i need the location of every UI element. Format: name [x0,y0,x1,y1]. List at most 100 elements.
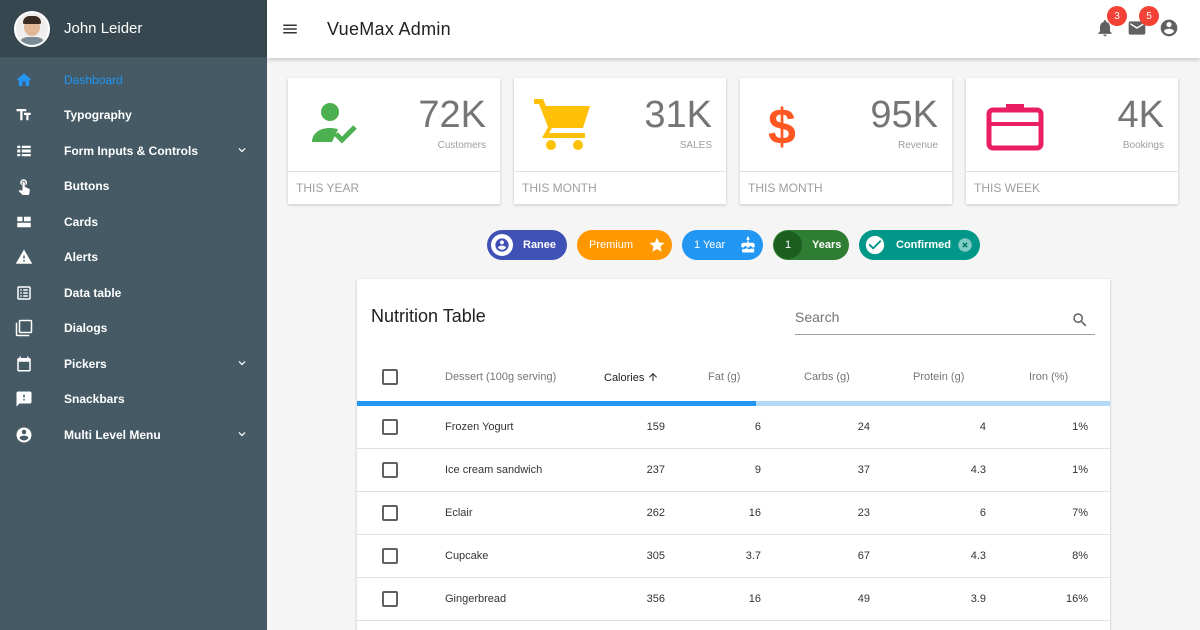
sidebar-item-label: Snackbars [64,392,125,407]
table-title: Nutrition Table [371,306,486,326]
sidebar-item-label: Dialogs [64,321,108,336]
cards-icon [14,212,34,232]
chip-premium[interactable]: Premium [577,230,672,260]
column-header-carbs[interactable]: Carbs (g) [804,371,850,383]
stat-card-customers: 72K Customers THIS YEAR [288,78,500,204]
cell-protein: 6 [979,507,986,519]
table-row[interactable]: Eclair 262 16 23 6 7% [357,492,1110,535]
cell-fat: 6 [754,421,761,433]
chip-ranee[interactable]: Ranee [487,230,567,260]
sidebar-item-multi-level-menu[interactable]: Multi Level Menu [0,417,267,453]
row-checkbox[interactable] [382,548,398,564]
sidebar-item-form-inputs[interactable]: Form Inputs & Controls [0,133,267,169]
cell-calories: 262 [646,507,665,519]
stat-period: THIS MONTH [514,171,726,204]
cell-dessert: Frozen Yogurt [445,421,514,433]
cell-carbs: 23 [857,507,870,519]
search-icon[interactable] [1071,311,1089,329]
sidebar-item-label: Dashboard [64,72,123,87]
chevron-down-icon[interactable] [235,143,249,157]
stat-label: Revenue [897,140,938,151]
stat-period: THIS YEAR [288,171,500,204]
sidebar-menu: Dashboard Typography Form Inputs & Contr… [0,58,267,453]
chip-years[interactable]: 1 Years [773,230,849,260]
sidebar-item-label: Multi Level Menu [64,427,161,442]
cell-dessert: Gingerbread [445,593,507,605]
top-app-bar: VueMax Admin 3 5 [267,0,1200,58]
sidebar-item-buttons[interactable]: Buttons [0,169,267,205]
warning-icon [14,247,34,267]
stat-value: 95K [870,94,938,136]
select-all-checkbox[interactable] [382,369,398,385]
stat-period: THIS MONTH [740,171,952,204]
sidebar-item-typography[interactable]: Typography [0,98,267,134]
arrow-up-icon [647,371,659,383]
column-header-protein[interactable]: Protein (g) [913,371,964,383]
sidebar-item-alerts[interactable]: Alerts [0,240,267,276]
sidebar-item-pickers[interactable]: Pickers [0,346,267,382]
chip-label: Years [812,239,842,251]
chip-label: 1 Year [694,239,726,251]
column-header-dessert[interactable]: Dessert (100g serving) [445,371,556,383]
sidebar-item-label: Typography [64,108,132,123]
table-row[interactable]: Ice cream sandwich 237 9 37 4.3 1% [357,449,1110,492]
avatar[interactable] [14,10,50,47]
cell-iron: 1% [1072,464,1088,476]
sidebar-item-dialogs[interactable]: Dialogs [0,311,267,347]
messages-button[interactable]: 5 [1126,6,1159,39]
home-icon [14,70,34,90]
column-header-iron[interactable]: Iron (%) [1029,371,1068,383]
chevron-down-icon[interactable] [235,356,249,370]
cake-icon [739,236,757,254]
sidebar-item-label: Pickers [64,356,107,371]
cell-iron: 16% [1065,593,1088,605]
calendar-icon [14,354,34,374]
chevron-down-icon[interactable] [235,427,249,441]
cell-iron: 7% [1072,507,1088,519]
row-checkbox[interactable] [382,591,398,607]
stat-label: Customers [437,140,486,151]
sidebar-item-dashboard[interactable]: Dashboard [0,62,267,98]
cell-carbs: 37 [857,464,870,476]
menu-icon[interactable] [281,19,301,39]
table-row[interactable]: Frozen Yogurt 159 6 24 4 1% [357,406,1110,449]
column-header-fat[interactable]: Fat (g) [708,371,740,383]
stat-card-sales: 31K SALES THIS MONTH [514,78,726,204]
cell-carbs: 24 [857,421,870,433]
toolbar-actions: 3 5 [1094,6,1180,39]
table-row[interactable]: Cupcake 305 3.7 67 4.3 8% [357,535,1110,578]
cell-fat: 9 [754,464,761,476]
sidebar-item-cards[interactable]: Cards [0,204,267,240]
column-header-calories[interactable]: Calories [604,371,659,384]
table-row[interactable]: Gingerbread 356 16 49 3.9 16% [357,578,1110,621]
row-checkbox[interactable] [382,505,398,521]
cell-dessert: Ice cream sandwich [445,464,543,476]
search-input[interactable] [795,309,1055,325]
check-circle-icon [864,234,886,256]
cell-fat: 3.7 [745,550,761,562]
row-checkbox[interactable] [382,419,398,435]
account-button[interactable] [1158,17,1180,39]
star-icon [648,236,666,254]
search-field [795,309,1095,335]
svg-text:$: $ [768,99,796,154]
notifications-button[interactable]: 3 [1094,6,1127,39]
close-circle-icon[interactable] [956,236,974,254]
account-circle-icon [1160,19,1178,37]
sidebar-item-data-table[interactable]: Data table [0,275,267,311]
cell-calories: 356 [646,593,665,605]
chip-confirmed[interactable]: Confirmed [859,230,980,260]
chip-count: 1 [774,231,802,259]
chip-1-year[interactable]: 1 Year [682,230,763,260]
user-name: John Leider [64,20,143,37]
table-body: Frozen Yogurt 159 6 24 4 1% Ice cream sandwich… [357,406,1110,621]
account-circle-icon [491,234,513,256]
stat-value: 31K [644,94,712,136]
sidebar-item-snackbars[interactable]: Snackbars [0,382,267,418]
sidebar-item-label: Data table [64,285,122,300]
cell-protein: 3.9 [970,593,986,605]
chip-label: Premium [589,239,634,251]
cart-icon [534,96,592,154]
row-checkbox[interactable] [382,462,398,478]
cell-calories: 305 [646,550,665,562]
